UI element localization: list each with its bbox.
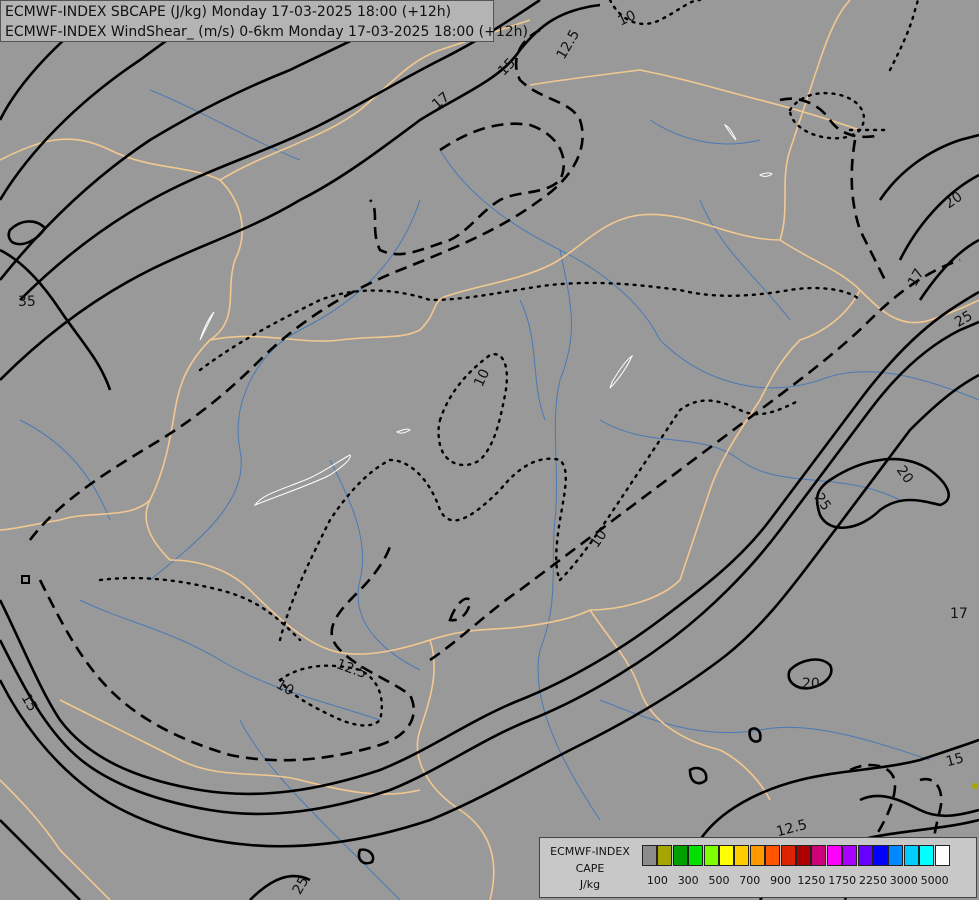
legend-swatch bbox=[919, 845, 935, 866]
legend-tick: 1250 bbox=[797, 874, 826, 887]
legend-swatch bbox=[842, 845, 858, 866]
legend-swatch bbox=[903, 845, 919, 866]
legend-swatch bbox=[765, 845, 781, 866]
legend-swatch bbox=[672, 845, 688, 866]
legend-unit: J/kg bbox=[579, 878, 601, 891]
cape-legend: ECMWF-INDEX CAPE J/kg 100 300 500 700 900 125… bbox=[539, 837, 977, 898]
legend-swatch bbox=[934, 845, 950, 866]
contour-label: 35 bbox=[18, 294, 36, 310]
legend-swatch bbox=[811, 845, 827, 866]
legend-swatch bbox=[642, 845, 657, 866]
legend-swatch bbox=[796, 845, 811, 866]
legend-swatch bbox=[780, 845, 796, 866]
legend-swatch bbox=[657, 845, 673, 866]
legend-swatch bbox=[857, 845, 873, 866]
legend-swatch bbox=[888, 845, 904, 866]
weather-map: 10 12.5 15 17 35 20 25 10 10 10 12.5 20 … bbox=[0, 0, 979, 900]
map-marker bbox=[972, 783, 978, 789]
legend-tick: 1750 bbox=[828, 874, 857, 887]
legend-source: ECMWF-INDEX bbox=[550, 845, 630, 858]
legend-tick: 900 bbox=[770, 874, 792, 887]
legend-tick: 2250 bbox=[859, 874, 887, 887]
contour-label: 17 bbox=[950, 606, 968, 622]
legend-tick: 5000 bbox=[920, 874, 949, 887]
legend-swatch bbox=[826, 845, 842, 866]
title-windshear: ECMWF-INDEX WindShear_ (m/s) 0-6km Monda… bbox=[5, 24, 529, 40]
map-title-box: ECMWF-INDEX SBCAPE (J/kg) Monday 17-03-2… bbox=[0, 0, 528, 42]
contour-label: 20 bbox=[802, 676, 820, 692]
legend-variable: CAPE bbox=[575, 862, 605, 875]
legend-tick: 300 bbox=[677, 874, 699, 887]
legend-swatch bbox=[688, 845, 704, 866]
legend-swatch bbox=[719, 845, 734, 866]
legend-tick: 3000 bbox=[889, 874, 918, 887]
legend-swatch bbox=[749, 845, 765, 866]
title-cape: ECMWF-INDEX SBCAPE (J/kg) Monday 17-03-2… bbox=[5, 4, 452, 20]
legend-swatch bbox=[734, 845, 750, 866]
legend-tick: 100 bbox=[646, 874, 668, 887]
legend-swatch bbox=[703, 845, 719, 866]
legend-tick: 500 bbox=[708, 874, 730, 887]
legend-tick: 700 bbox=[739, 874, 761, 887]
legend-swatch bbox=[873, 845, 888, 866]
